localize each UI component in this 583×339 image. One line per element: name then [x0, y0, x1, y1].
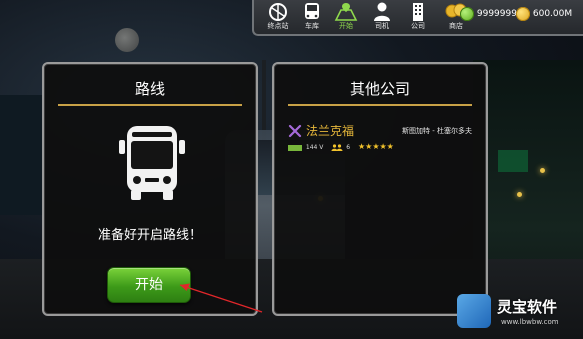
- company-route: 斯图加特 - 杜塞尔多夫: [402, 127, 472, 135]
- driver-icon: [374, 2, 390, 21]
- watermark-name: 灵宝软件: [497, 298, 558, 316]
- ready-message: 准备好开启路线！: [97, 228, 202, 243]
- route-panel: 路线 准备好开启路线！ 开始: [42, 62, 258, 316]
- nav-company[interactable]: 公司: [402, 1, 434, 33]
- money-balance: 600.00M: [516, 4, 572, 24]
- bus-icon: [119, 126, 185, 200]
- nav-terminal[interactable]: 终点站: [262, 1, 294, 33]
- nav-driver-label: 司机: [375, 22, 389, 30]
- nav-terminal-label: 终点站: [267, 22, 289, 30]
- coin-balance: 99999999: [460, 4, 523, 24]
- company-stats: 144 V 6 ★★★★★: [288, 142, 394, 152]
- watermark-url: www.lbwbw.com: [501, 318, 559, 326]
- title-divider: [58, 104, 242, 106]
- top-nav-bar: 终点站 车库 开始 司机 公司 商店 99999999 600.00M: [252, 0, 583, 36]
- start-map-icon: [334, 3, 358, 21]
- street-light: [517, 192, 522, 197]
- nav-start-label: 开始: [339, 22, 353, 30]
- company-level: 144 V: [305, 144, 324, 151]
- title-divider: [288, 104, 472, 106]
- background-green-light: [498, 150, 528, 172]
- garage-icon: [305, 3, 319, 19]
- watermark-logo-icon: [457, 294, 491, 328]
- site-watermark: 灵宝软件 www.lbwbw.com: [457, 294, 583, 339]
- other-companies-panel: 其他公司 法兰克福 斯图加特 - 杜塞尔多夫 144 V 6 ★★★★★: [272, 62, 488, 316]
- nav-company-label: 公司: [411, 22, 425, 30]
- money-coin-icon: [516, 6, 530, 21]
- moon: [115, 28, 139, 52]
- street-light: [540, 168, 545, 173]
- nav-start[interactable]: 开始: [330, 1, 362, 33]
- company-rating: ★★★★★: [357, 142, 394, 151]
- start-route-button[interactable]: 开始: [107, 267, 191, 303]
- background-building: [0, 95, 45, 215]
- nav-garage-label: 车库: [305, 22, 319, 30]
- nav-driver[interactable]: 司机: [366, 1, 398, 33]
- coin-icon: [460, 6, 474, 21]
- company-list-item[interactable]: 法兰克福 斯图加特 - 杜塞尔多夫 144 V 6 ★★★★★: [288, 122, 472, 158]
- company-drivers: 6: [346, 144, 351, 151]
- company-logo-icon: [288, 124, 302, 138]
- drivers-icon: [331, 144, 343, 151]
- companies-panel-title: 其他公司: [349, 80, 410, 98]
- company-icon: [413, 3, 423, 21]
- nav-garage[interactable]: 车库: [296, 1, 328, 33]
- level-badge-icon: [288, 144, 302, 151]
- route-panel-title: 路线: [134, 80, 165, 98]
- money-amount: 600.00M: [532, 9, 573, 19]
- company-name: 法兰克福: [306, 124, 355, 138]
- terminal-icon: [269, 3, 287, 21]
